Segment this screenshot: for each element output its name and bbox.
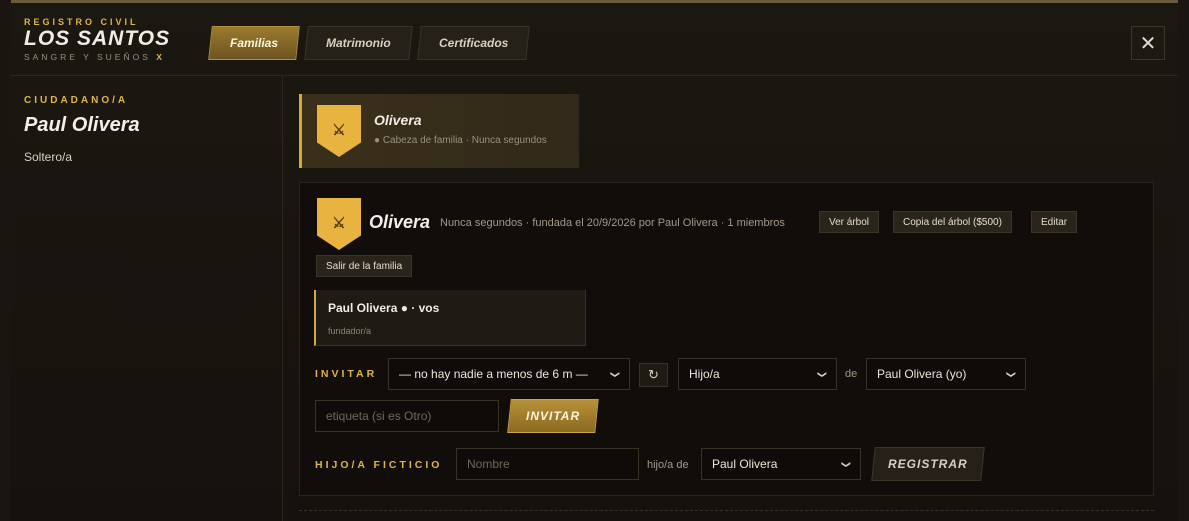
tab-certificados[interactable]: Certificados xyxy=(416,26,530,60)
member-name: Paul Olivera ● · vos xyxy=(328,301,440,315)
citizen-name: Paul Olivera xyxy=(24,114,140,136)
child-name-input[interactable]: Nombre xyxy=(456,448,639,480)
tab-matrimonio[interactable]: Matrimonio xyxy=(304,26,413,60)
chevron-down-icon: ❯ xyxy=(610,370,621,378)
family-card-subtitle: ● Cabeza de familia · Nunca segundos xyxy=(374,135,547,146)
register-button[interactable]: REGISTRAR xyxy=(871,447,985,481)
brand-x-mark: X xyxy=(156,52,165,62)
tab-familias[interactable]: Familias xyxy=(208,26,300,60)
family-card-name: Olivera xyxy=(374,112,422,128)
target-member-select[interactable]: Paul Olivera (yo) ❯ xyxy=(866,358,1026,390)
brand-top-label: REGISTRO CIVIL xyxy=(24,17,139,27)
section-divider xyxy=(299,510,1154,511)
brand-subtitle: SANGRE Y SUEÑOS X xyxy=(24,52,165,62)
citizen-sidebar: CIUDADANO/A Paul Olivera Soltero/a xyxy=(11,76,283,521)
close-button[interactable]: ✕ xyxy=(1131,26,1165,60)
fictional-child-label: HIJO/A FICTICIO xyxy=(315,459,443,471)
citizen-label: CIUDADANO/A xyxy=(24,95,129,106)
brand-logo: REGISTRO CIVIL LOS SANTOS SANGRE Y SUEÑO… xyxy=(24,17,170,62)
member-card[interactable]: Paul Olivera ● · vos fundador/a xyxy=(314,290,586,346)
main-tabs: Familias Matrimonio Certificados xyxy=(208,26,530,60)
nearby-player-select[interactable]: — no hay nadie a menos de 6 m — ❯ xyxy=(388,358,630,390)
invite-label: INVITAR xyxy=(315,368,378,380)
family-detail-panel: ⚔ Olivera Nunca segundos · fundada el 20… xyxy=(299,182,1154,496)
citizen-status: Soltero/a xyxy=(24,150,73,164)
invite-of-label: de xyxy=(845,368,858,380)
registry-window: REGISTRO CIVIL LOS SANTOS SANGRE Y SUEÑO… xyxy=(11,0,1178,521)
member-role: fundador/a xyxy=(328,326,372,336)
family-detail-name: Olivera xyxy=(369,212,431,232)
copy-tree-button[interactable]: Copia del árbol ($500) xyxy=(893,211,1012,233)
leave-family-button[interactable]: Salir de la familia xyxy=(316,255,413,277)
chevron-down-icon: ❯ xyxy=(1006,370,1017,378)
chevron-down-icon: ❯ xyxy=(817,370,828,378)
refresh-button[interactable]: ↻ xyxy=(639,363,668,387)
invite-button[interactable]: INVITAR xyxy=(507,399,599,433)
crossed-swords-icon: ⚔ xyxy=(317,198,361,250)
relation-select[interactable]: Hijo/a ❯ xyxy=(678,358,837,390)
view-tree-button[interactable]: Ver árbol xyxy=(819,211,880,233)
child-of-label: hijo/a de xyxy=(647,459,689,471)
crossed-swords-icon: ⚔ xyxy=(317,105,361,157)
refresh-icon: ↻ xyxy=(648,367,659,382)
family-detail-meta: Nunca segundos · fundada el 20/9/2026 po… xyxy=(440,217,785,229)
tag-input[interactable]: etiqueta (si es Otro) xyxy=(315,400,499,432)
family-list-item[interactable]: ⚔ Olivera ● Cabeza de familia · Nunca se… xyxy=(299,94,579,168)
brand-title: LOS SANTOS xyxy=(24,27,171,50)
edit-family-button[interactable]: Editar xyxy=(1031,211,1078,233)
chevron-down-icon: ❯ xyxy=(841,460,852,468)
parent-select[interactable]: Paul Olivera ❯ xyxy=(701,448,861,480)
close-icon: ✕ xyxy=(1139,32,1157,55)
